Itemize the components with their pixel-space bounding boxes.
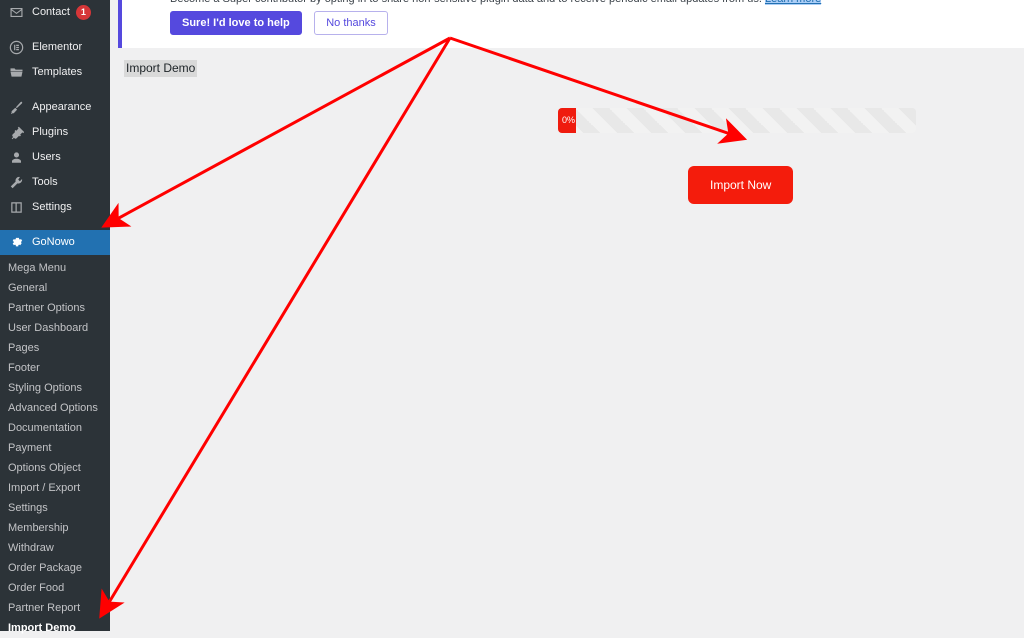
- wrench-icon: [8, 174, 25, 191]
- elementor-icon: [8, 39, 25, 56]
- gear-icon: [8, 234, 25, 251]
- submenu-item-import-export[interactable]: Import / Export: [0, 478, 110, 498]
- submenu-item-partner-options[interactable]: Partner Options: [0, 298, 110, 318]
- submenu-item-documentation[interactable]: Documentation: [0, 418, 110, 438]
- paintbrush-icon: [8, 99, 25, 116]
- sidebar-item-elementor[interactable]: Elementor: [0, 35, 110, 60]
- submenu-item-withdraw[interactable]: Withdraw: [0, 538, 110, 558]
- sidebar-item-contact[interactable]: Contact 1: [0, 0, 110, 25]
- submenu-item-user-dashboard[interactable]: User Dashboard: [0, 318, 110, 338]
- progress-fill: 0%: [558, 108, 576, 133]
- sidebar-item-tools[interactable]: Tools: [0, 170, 110, 195]
- submenu-item-order-food[interactable]: Order Food: [0, 578, 110, 598]
- sidebar-item-appearance[interactable]: Appearance: [0, 95, 110, 120]
- sidebar-item-label: Settings: [32, 201, 72, 213]
- contact-badge: 1: [75, 5, 91, 20]
- notice-text: Become a Super contributor by opting in …: [170, 0, 1012, 6]
- submenu-item-payment[interactable]: Payment: [0, 438, 110, 458]
- submenu-item-pages[interactable]: Pages: [0, 338, 110, 358]
- sidebar-item-label: Tools: [32, 176, 58, 188]
- plug-icon: [8, 124, 25, 141]
- folder-icon: [8, 64, 25, 81]
- import-now-button[interactable]: Import Now: [688, 166, 794, 204]
- import-progress-bar: 0%: [558, 108, 916, 133]
- progress-label: 0%: [562, 115, 576, 125]
- admin-sidebar: Contact 1 Elementor Templates Appearance…: [0, 0, 118, 634]
- submenu-item-membership[interactable]: Membership: [0, 518, 110, 538]
- page-title: Import Demo: [124, 60, 198, 77]
- notice-message: Become a Super contributor by opting in …: [170, 0, 762, 5]
- sidebar-item-settings[interactable]: Settings: [0, 195, 110, 220]
- sidebar-item-label: GoNowo: [32, 236, 75, 248]
- sidebar-item-label: Elementor: [32, 41, 83, 53]
- opt-in-button[interactable]: Sure! I'd love to help: [170, 11, 302, 35]
- sidebar-item-plugins[interactable]: Plugins: [0, 120, 110, 145]
- sidebar-item-label: Contact: [32, 6, 70, 18]
- gonowo-submenu: Mega Menu General Partner Options User D…: [0, 255, 110, 638]
- main-content: Become a Super contributor by opting in …: [110, 0, 1024, 631]
- submenu-item-general[interactable]: General: [0, 278, 110, 298]
- learn-more-link[interactable]: Learn more: [764, 0, 822, 5]
- user-icon: [8, 149, 25, 166]
- no-thanks-button[interactable]: No thanks: [314, 11, 388, 35]
- submenu-item-import-demo[interactable]: Import Demo: [0, 618, 110, 638]
- sidebar-item-label: Plugins: [32, 126, 69, 138]
- sidebar-item-label: Users: [32, 151, 61, 163]
- submenu-item-settings[interactable]: Settings: [0, 498, 110, 518]
- submenu-item-mega-menu[interactable]: Mega Menu: [0, 258, 110, 278]
- contributor-notice: Become a Super contributor by opting in …: [118, 0, 1024, 48]
- submenu-item-partner-report[interactable]: Partner Report: [0, 598, 110, 618]
- sidebar-item-label: Templates: [32, 66, 83, 78]
- submenu-item-order-package[interactable]: Order Package: [0, 558, 110, 578]
- progress-track: 0%: [558, 108, 916, 133]
- sidebar-item-gonowo[interactable]: GoNowo: [0, 230, 118, 255]
- sidebar-item-label: Appearance: [32, 101, 92, 113]
- submenu-item-options-object[interactable]: Options Object: [0, 458, 110, 478]
- submenu-item-footer[interactable]: Footer: [0, 358, 110, 378]
- mail-icon: [8, 4, 25, 21]
- submenu-item-styling-options[interactable]: Styling Options: [0, 378, 110, 398]
- notice-actions: Sure! I'd love to help No thanks: [170, 11, 1012, 35]
- page-body: Import Demo 0% Import Now: [110, 48, 1024, 204]
- sidebar-item-templates[interactable]: Templates: [0, 60, 110, 85]
- sidebar-item-users[interactable]: Users: [0, 145, 110, 170]
- sliders-icon: [8, 199, 25, 216]
- submenu-item-advanced-options[interactable]: Advanced Options: [0, 398, 110, 418]
